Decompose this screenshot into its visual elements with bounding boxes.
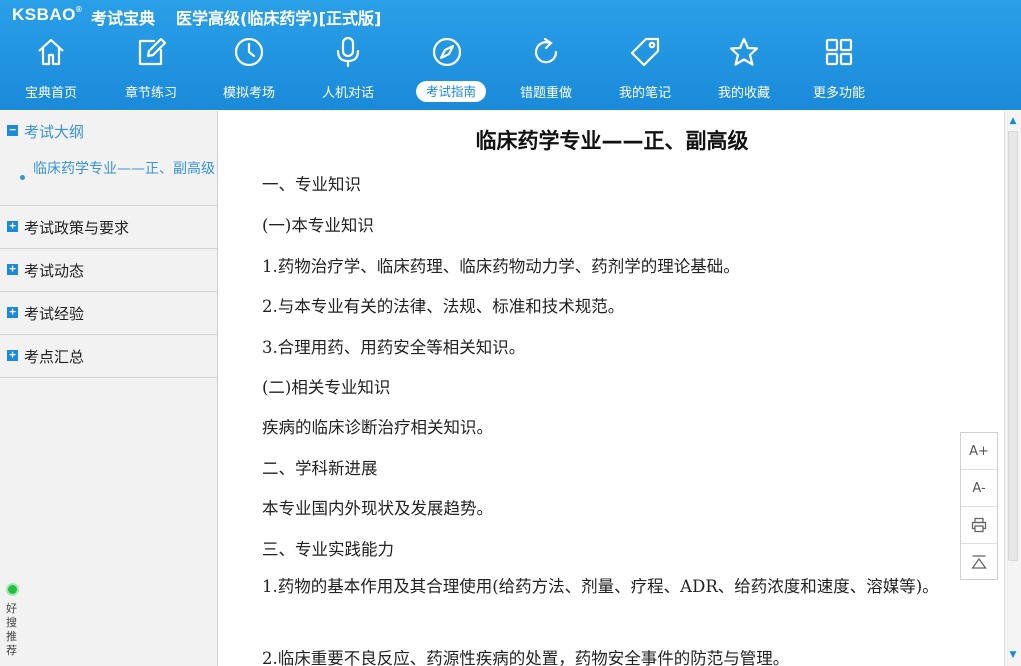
recommend-widget[interactable]: 好搜推荐 bbox=[4, 580, 22, 664]
nav-chapter-practice-label: 章节练习 bbox=[124, 86, 177, 101]
collapse-icon[interactable]: − bbox=[7, 124, 18, 136]
nav-more-features-label: 更多功能 bbox=[812, 86, 865, 101]
compass-icon bbox=[432, 37, 462, 67]
sidebar-group-label: 考试大纲 bbox=[24, 123, 85, 141]
paragraph: 2.与本专业有关的法律、法规、标准和技术规范。 bbox=[262, 297, 625, 316]
nav-mock-exam[interactable]: 模拟考场 bbox=[204, 34, 294, 104]
nav-redo-mistakes-label: 错题重做 bbox=[519, 86, 572, 101]
recommend-label: 好搜推荐 bbox=[6, 602, 17, 657]
nav-my-favorites-label: 我的收藏 bbox=[717, 86, 770, 101]
sidebar-group-label: 考试经验 bbox=[24, 305, 85, 323]
title-bar: KSBAO® 考试宝典 医学高级(临床药学)[正式版] bbox=[0, 0, 1021, 30]
app-title: 医学高级(临床药学)[正式版] bbox=[176, 9, 382, 28]
home-icon bbox=[38, 38, 64, 66]
brand-name: 考试宝典 bbox=[91, 9, 156, 28]
nav-exam-guide-label: 考试指南 bbox=[416, 81, 486, 102]
brand-logo: KSBAO® bbox=[12, 5, 83, 24]
page-title: 临床药学专业——正、副高级 bbox=[475, 129, 749, 153]
expand-icon[interactable]: + bbox=[7, 220, 18, 232]
paragraph: 2.临床重要不良反应、药源性疾病的处置，药物安全事件的防范与管理。 bbox=[262, 649, 790, 666]
sidebar-item-clinical-pharmacy[interactable]: 临床药学专业——正、副高级 bbox=[0, 161, 217, 205]
star-icon bbox=[729, 37, 759, 66]
paragraph: 3.合理用药、用药安全等相关知识。 bbox=[262, 338, 526, 357]
nav-home[interactable]: 宝典首页 bbox=[6, 34, 96, 104]
scrollbar-thumb[interactable] bbox=[1008, 131, 1018, 561]
expand-icon[interactable]: + bbox=[7, 263, 18, 275]
nav-my-notes[interactable]: 我的笔记 bbox=[600, 34, 690, 104]
back-to-top-button[interactable] bbox=[961, 544, 997, 581]
paragraph: 二、学科新进展 bbox=[262, 459, 378, 478]
scroll-down-icon[interactable]: ▼ bbox=[1005, 647, 1021, 663]
print-icon bbox=[971, 517, 987, 533]
sidebar-item-label: 临床药学专业——正、副高级 bbox=[33, 161, 215, 177]
sidebar-group-exam-experience[interactable]: + 考试经验 bbox=[0, 292, 217, 335]
nav-mock-exam-label: 模拟考场 bbox=[222, 86, 275, 101]
sidebar-group-exam-news[interactable]: + 考试动态 bbox=[0, 249, 217, 292]
sidebar: − 考试大纲 临床药学专业——正、副高级 + 考试政策与要求 + 考试动态 + … bbox=[0, 111, 218, 666]
paragraph: 三、专业实践能力 bbox=[262, 540, 394, 559]
nav-my-notes-label: 我的笔记 bbox=[618, 86, 671, 101]
edit-icon bbox=[138, 37, 167, 66]
redo-icon bbox=[534, 37, 558, 64]
status-dot-icon bbox=[6, 583, 19, 596]
paragraph: 疾病的临床诊断治疗相关知识。 bbox=[262, 418, 493, 437]
sidebar-group-label: 考试动态 bbox=[24, 262, 85, 280]
nav-dialogue[interactable]: 人机对话 bbox=[303, 34, 393, 104]
nav-redo-mistakes[interactable]: 错题重做 bbox=[501, 34, 591, 104]
nav-home-label: 宝典首页 bbox=[24, 86, 77, 101]
font-decrease-button[interactable]: A- bbox=[961, 470, 997, 507]
font-increase-button[interactable]: A+ bbox=[961, 433, 997, 470]
main-nav: 宝典首页 章节练习 模拟考场 人机对话 考试指南 错题重做 我的笔记 我的收藏 bbox=[0, 34, 1021, 106]
paragraph: 1.药物治疗学、临床药理、临床药物动力学、药剂学的理论基础。 bbox=[262, 257, 740, 276]
bullet-icon bbox=[20, 175, 25, 180]
nav-my-favorites[interactable]: 我的收藏 bbox=[699, 34, 789, 104]
paragraph: 本专业国内外现状及发展趋势。 bbox=[262, 499, 493, 518]
paragraph: 1.药物的基本作用及其合理使用(给药方法、剂量、疗程、ADR、给药浓度和速度、溶… bbox=[262, 577, 939, 596]
microphone-icon bbox=[336, 36, 360, 68]
sidebar-group-exam-outline-header[interactable]: − 考试大纲 bbox=[0, 111, 217, 161]
sidebar-group-exam-outline: − 考试大纲 临床药学专业——正、副高级 bbox=[0, 111, 217, 206]
print-button[interactable] bbox=[961, 507, 997, 544]
reading-toolbar: A+ A- bbox=[960, 432, 998, 580]
expand-icon[interactable]: + bbox=[7, 306, 18, 318]
nav-chapter-practice[interactable]: 章节练习 bbox=[106, 34, 196, 104]
paragraph: (一)本专业知识 bbox=[262, 216, 374, 235]
scroll-up-icon[interactable]: ▲ bbox=[1005, 113, 1021, 129]
sidebar-group-key-points[interactable]: + 考点汇总 bbox=[0, 335, 217, 378]
grid-icon bbox=[825, 38, 853, 66]
expand-icon[interactable]: + bbox=[7, 349, 18, 361]
sidebar-group-label: 考点汇总 bbox=[24, 348, 85, 366]
guide-content: 临床药学专业——正、副高级 一、专业知识 (一)本专业知识 1.药物治疗学、临床… bbox=[220, 111, 1004, 666]
paragraph: (二)相关专业知识 bbox=[262, 378, 391, 397]
sidebar-group-exam-policy[interactable]: + 考试政策与要求 bbox=[0, 206, 217, 249]
sidebar-group-label: 考试政策与要求 bbox=[24, 219, 130, 237]
paragraph: 一、专业知识 bbox=[262, 175, 361, 194]
nav-dialogue-label: 人机对话 bbox=[321, 86, 374, 101]
nav-more-features[interactable]: 更多功能 bbox=[794, 34, 884, 104]
tag-icon bbox=[630, 37, 660, 67]
back-to-top-icon bbox=[971, 555, 987, 569]
nav-exam-guide[interactable]: 考试指南 bbox=[402, 34, 492, 104]
vertical-scrollbar[interactable]: ▲ ▼ bbox=[1004, 111, 1021, 666]
app-header: KSBAO® 考试宝典 医学高级(临床药学)[正式版] 宝典首页 章节练习 模拟… bbox=[0, 0, 1021, 110]
clock-icon bbox=[234, 37, 264, 67]
